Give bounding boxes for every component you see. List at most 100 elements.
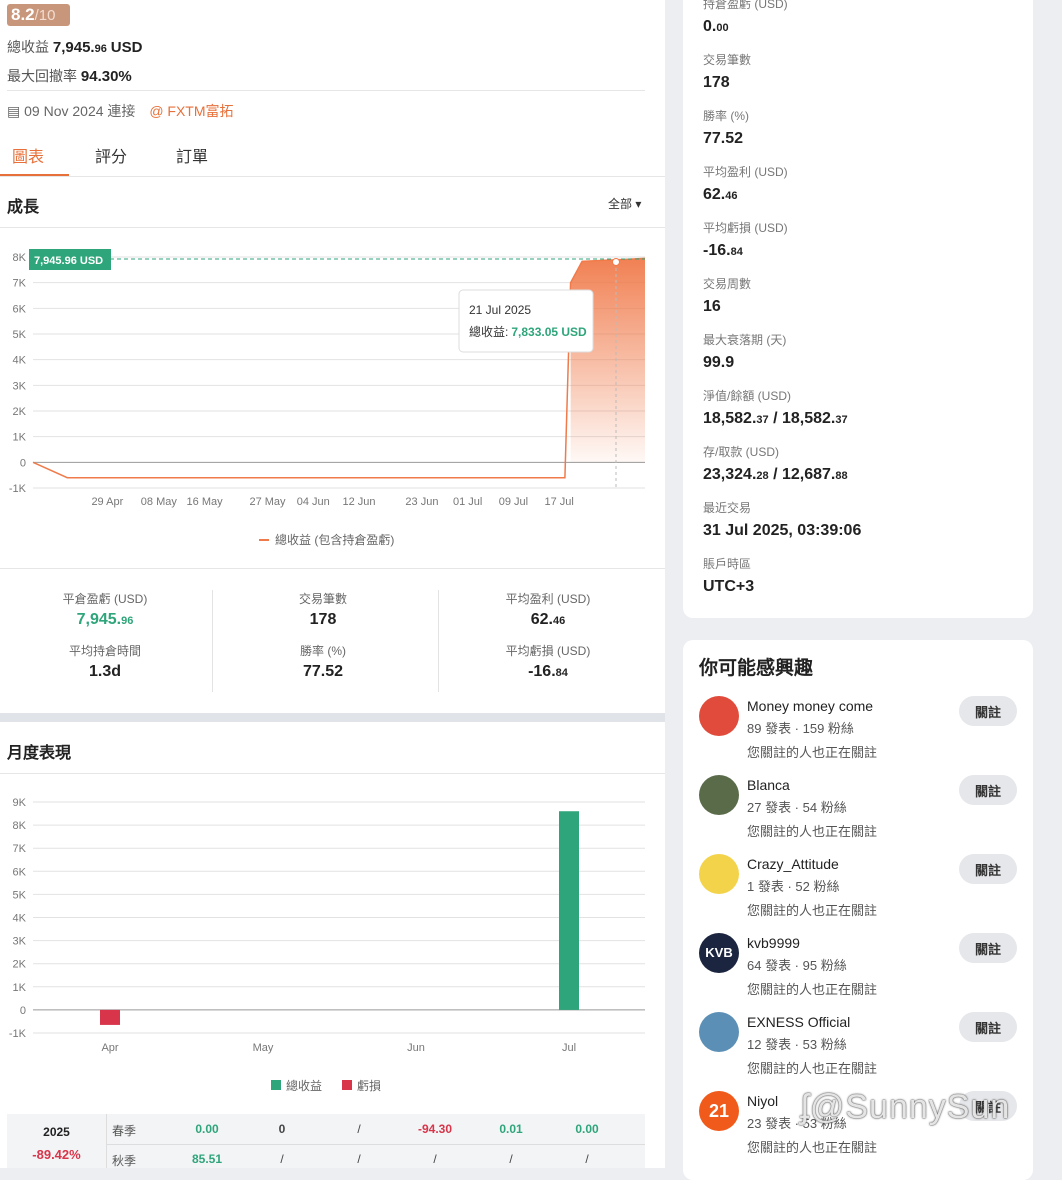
account-stat-value: 178 bbox=[703, 74, 730, 91]
suggested-user[interactable]: Crazy_Attitude 1 發表 · 52 粉絲 您關註的人也正在關註 關註 bbox=[699, 854, 1019, 924]
user-name[interactable]: EXNESS Official bbox=[747, 1014, 850, 1030]
account-stat-value: 18,582.37 / 18,582.37 bbox=[703, 410, 848, 427]
y-tick-label: -1K bbox=[9, 1028, 27, 1040]
suggestions-title: 你可能感興趣 bbox=[699, 658, 814, 679]
stat-item: 交易筆數 178 bbox=[218, 590, 428, 629]
follow-button[interactable]: 關註 bbox=[959, 696, 1017, 726]
account-stat-value: 0.00 bbox=[703, 18, 729, 35]
account-stat-label: 平均虧損 (USD) bbox=[703, 221, 788, 235]
suggested-user[interactable]: KVB kvb9999 64 發表 · 95 粉絲 您關註的人也正在關註 關註 bbox=[699, 933, 1019, 1003]
y-tick-label: 2K bbox=[13, 406, 27, 418]
loss-bar[interactable] bbox=[100, 1009, 120, 1025]
legend-profit-swatch bbox=[271, 1080, 281, 1090]
y-tick-label: 5K bbox=[13, 889, 27, 901]
account-stat-value: 23,324.28 / 12,687.88 bbox=[703, 466, 848, 483]
suggested-user[interactable]: Blanca 27 發表 · 54 粉絲 您關註的人也正在關註 關註 bbox=[699, 775, 1019, 845]
tab-rating[interactable]: 評分 bbox=[95, 143, 127, 167]
account-stat-label: 淨值/餘額 (USD) bbox=[703, 389, 791, 403]
divider bbox=[0, 568, 665, 569]
caret-down-icon: ▾ bbox=[635, 197, 642, 211]
user-name[interactable]: kvb9999 bbox=[747, 935, 800, 951]
account-stat-label: 賬戶時區 bbox=[703, 557, 752, 571]
left-panel: 8.2/10 總收益 7,945.96 USD 最大回撤率 94.30% ▤ 0… bbox=[0, 0, 665, 1168]
table-season: 春季 bbox=[112, 1124, 137, 1138]
avatar[interactable]: 21 bbox=[699, 1091, 739, 1131]
monthly-table: 2025 -89.42% 春季 0.00 0 / -94.30 0.01 0.00 秋季 85.… bbox=[7, 1114, 645, 1168]
tooltip: 21 Jul 2025 總收益: 7,833.05 USD bbox=[458, 289, 594, 353]
tab-chart[interactable]: 圖表 bbox=[12, 143, 44, 167]
account-stat: 交易筆數 178 bbox=[703, 51, 751, 92]
rating-badge: 8.2/10 bbox=[7, 4, 70, 26]
stat-value: 1.3d bbox=[88, 663, 121, 680]
user-note: 您關註的人也正在關註 bbox=[747, 824, 878, 839]
user-note: 您關註的人也正在關註 bbox=[747, 745, 878, 760]
table-year-return: -89.42% bbox=[32, 1147, 81, 1162]
growth-chart[interactable]: 8K 7K 6K 5K 4K 3K 2K 1K 0 -1K 29 Apr 08 May 16 May 2… bbox=[0, 240, 665, 555]
stat-label: 平倉盈虧 (USD) bbox=[62, 592, 148, 606]
table-year: 2025 bbox=[43, 1125, 70, 1139]
follow-button[interactable]: 關註 bbox=[959, 933, 1017, 963]
account-stat-label: 持倉盈虧 (USD) bbox=[703, 0, 788, 11]
account-stat-value: 31 Jul 2025, 03:39:06 bbox=[703, 522, 862, 539]
table-cell: 85.51 bbox=[191, 1152, 223, 1166]
avatar[interactable] bbox=[699, 1012, 739, 1052]
follow-button[interactable]: 關註 bbox=[959, 775, 1017, 805]
calendar-icon: ▤ bbox=[7, 103, 21, 119]
y-tick-label: 5K bbox=[13, 329, 27, 341]
y-tick-label: 2K bbox=[13, 959, 27, 971]
table-season: 秋季 bbox=[112, 1154, 137, 1168]
follow-button[interactable]: 關註 bbox=[959, 1012, 1017, 1042]
user-name[interactable]: Crazy_Attitude bbox=[747, 856, 839, 872]
table-cell: 0.01 bbox=[499, 1122, 523, 1136]
user-name[interactable]: Niyol bbox=[747, 1093, 778, 1109]
account-stat: 平均虧損 (USD) -16.84 bbox=[703, 219, 788, 260]
account-stat: 平均盈利 (USD) 62.46 bbox=[703, 163, 788, 204]
tab-orders[interactable]: 訂單 bbox=[176, 143, 208, 167]
table-cell: / bbox=[585, 1152, 589, 1166]
suggested-user[interactable]: Money money come 89 發表 · 159 粉絲 您關註的人也正在關註… bbox=[699, 696, 1019, 766]
broker-link[interactable]: @ FXTM富拓 bbox=[149, 103, 233, 119]
account-stat-value: 16 bbox=[703, 298, 721, 315]
suggested-user[interactable]: EXNESS Official 12 發表 · 53 粉絲 您關註的人也正在關註 關註 bbox=[699, 1012, 1019, 1082]
y-tick-label: 9K bbox=[13, 797, 27, 809]
avatar[interactable] bbox=[699, 696, 739, 736]
section-gap bbox=[0, 713, 665, 722]
y-tick-label: 3K bbox=[13, 380, 27, 392]
connect-date: 09 Nov 2024 連接 bbox=[24, 103, 136, 119]
legend-profit-label: 總收益 bbox=[286, 1078, 322, 1093]
total-profit-unit: USD bbox=[110, 39, 143, 56]
stat-value: 77.52 bbox=[302, 663, 344, 680]
divider bbox=[106, 1144, 645, 1145]
total-profit-value: 7,945. bbox=[52, 39, 95, 56]
y-tick-label: 7K bbox=[13, 843, 27, 855]
profit-bar[interactable] bbox=[559, 811, 579, 1010]
divider bbox=[0, 227, 665, 228]
user-name[interactable]: Blanca bbox=[747, 777, 790, 793]
stat-item: 平均持倉時間 1.3d bbox=[0, 642, 210, 681]
avatar[interactable]: KVB bbox=[699, 933, 739, 973]
avatar[interactable] bbox=[699, 854, 739, 894]
x-tick-label: 04 Jun bbox=[297, 496, 330, 508]
x-tick-label: 17 Jul bbox=[545, 496, 574, 508]
user-note: 您關註的人也正在關註 bbox=[747, 982, 878, 997]
tooltip-label: 總收益: 7,833.05 USD bbox=[469, 324, 587, 339]
y-tick-label: 4K bbox=[13, 913, 27, 925]
stat-label: 平均持倉時間 bbox=[68, 644, 141, 658]
y-tick-label: 4K bbox=[13, 355, 27, 367]
account-stat-label: 最大衰落期 (天) bbox=[703, 333, 787, 347]
table-cell: / bbox=[357, 1122, 361, 1136]
monthly-title: 月度表現 bbox=[7, 745, 72, 762]
range-filter[interactable]: 全部 ▾ bbox=[608, 195, 641, 212]
x-tick-label: 29 Apr bbox=[91, 496, 123, 508]
table-cell: / bbox=[280, 1152, 284, 1166]
x-tick-label: Apr bbox=[101, 1042, 118, 1054]
total-profit-label: 總收益 bbox=[7, 39, 49, 55]
account-stat-label: 勝率 (%) bbox=[703, 109, 749, 123]
avatar[interactable] bbox=[699, 775, 739, 815]
x-tick-label: 12 Jun bbox=[343, 496, 376, 508]
follow-button[interactable]: 關註 bbox=[959, 854, 1017, 884]
user-name[interactable]: Money money come bbox=[747, 698, 873, 714]
user-stats: 1 發表 · 52 粉絲 bbox=[747, 879, 840, 894]
monthly-chart[interactable]: 9K8K7K6K5K4K3K2K1K0-1K Apr May Jun Jul 總收益 … bbox=[0, 790, 665, 1105]
rating-max: /10 bbox=[34, 7, 56, 24]
